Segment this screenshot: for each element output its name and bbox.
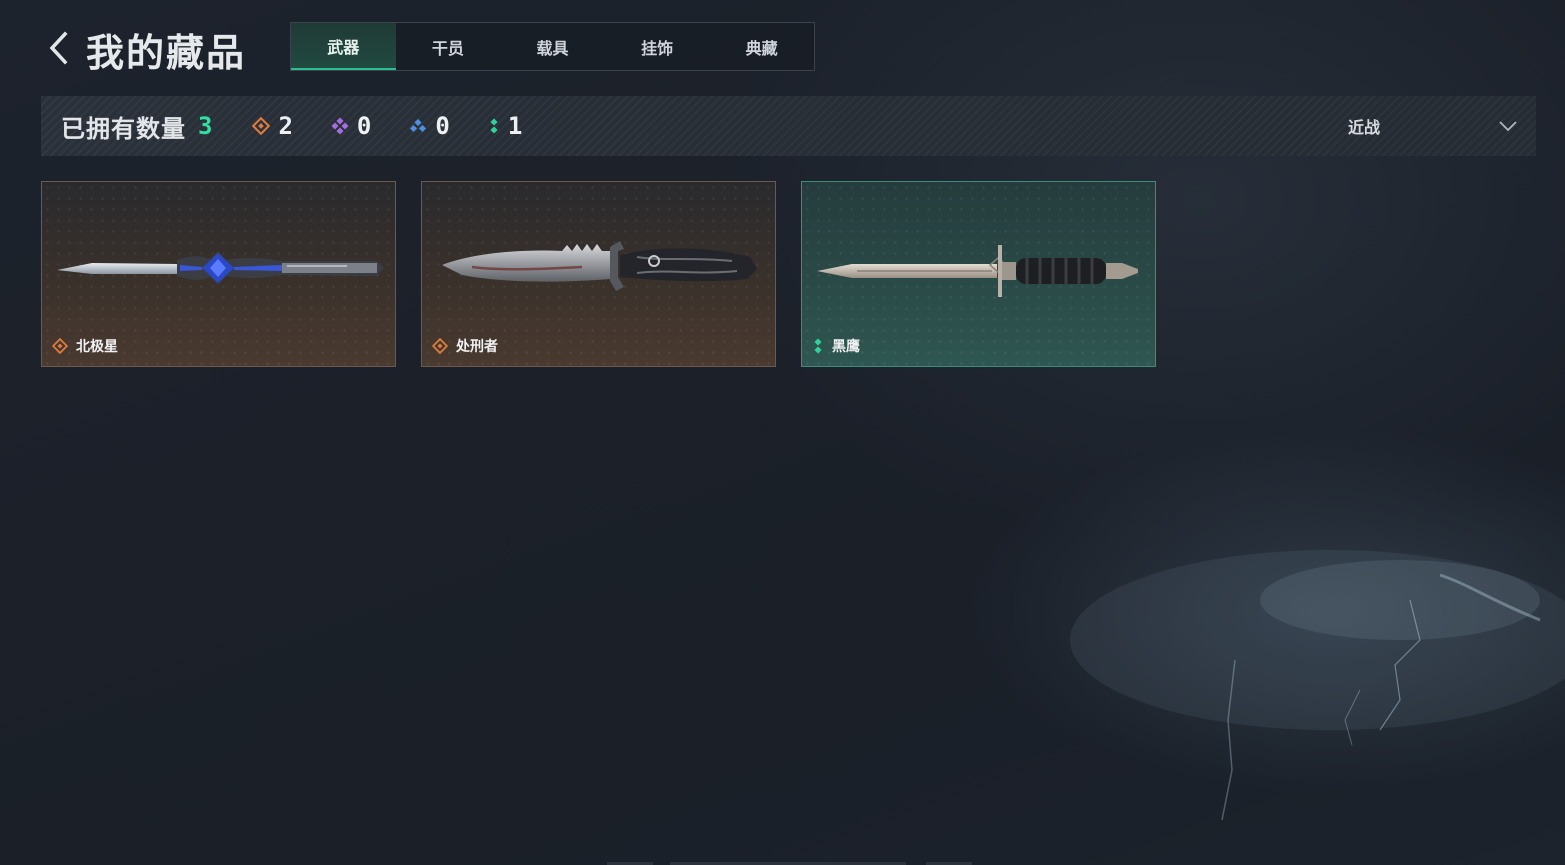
rarity-count: 0 xyxy=(356,112,372,140)
page-title: 我的藏品 xyxy=(86,31,247,75)
rarity-count: 2 xyxy=(278,112,293,140)
tab-vehicles[interactable]: 载具 xyxy=(500,23,605,70)
item-name: 北极星 xyxy=(76,339,118,355)
item-card-executioner[interactable]: 处刑者 xyxy=(421,181,776,367)
rarity-count: 0 xyxy=(435,112,450,140)
blue-diamond-icon xyxy=(410,118,427,133)
rarity-count: 1 xyxy=(507,112,523,140)
item-name-row: 北极星 xyxy=(52,336,118,356)
green-dots-icon xyxy=(490,118,498,134)
item-name-row: 黑鹰 xyxy=(812,336,860,356)
filter-selected-value: 近战 xyxy=(1348,118,1381,137)
orange-diamond-icon xyxy=(252,117,271,135)
tab-operators[interactable]: 干员 xyxy=(396,23,501,70)
item-card-black-hawk[interactable]: 黑鹰 xyxy=(801,181,1156,367)
item-name-row: 处刑者 xyxy=(432,336,498,356)
blue-knife-icon xyxy=(57,251,384,285)
category-tabs: 武器 干员 载具 挂饰 典藏 xyxy=(290,22,815,71)
rarity-stat-blue: 0 xyxy=(409,112,450,140)
orange-diamond-icon xyxy=(52,338,68,354)
chevron-down-icon xyxy=(1499,121,1517,132)
rarity-stat-purple: 0 xyxy=(331,112,371,140)
category-filter-dropdown[interactable]: 近战 xyxy=(1348,96,1518,156)
item-card-polaris[interactable]: 北极星 xyxy=(41,181,396,367)
serrated-knife-icon xyxy=(442,241,757,291)
purple-diamond-icon xyxy=(331,117,349,135)
dagger-icon xyxy=(817,245,1138,297)
green-dots-icon xyxy=(814,338,822,354)
tab-weapons[interactable]: 武器 xyxy=(291,23,396,70)
back-button[interactable] xyxy=(40,28,76,68)
tab-collection[interactable]: 典藏 xyxy=(709,23,814,70)
orange-diamond-icon xyxy=(432,338,448,354)
owned-label: 已拥有数量 xyxy=(61,114,186,143)
item-name: 处刑者 xyxy=(456,339,498,355)
rarity-stat-orange: 2 xyxy=(252,112,293,140)
item-name: 黑鹰 xyxy=(832,339,860,355)
chevron-left-icon xyxy=(49,31,68,65)
rarity-stat-green: 1 xyxy=(488,112,522,140)
owned-count: 3 xyxy=(198,112,213,140)
tab-charms[interactable]: 挂饰 xyxy=(605,23,710,70)
owned-summary-bar: 已拥有数量 3 2 0 0 1 近战 xyxy=(41,96,1536,156)
